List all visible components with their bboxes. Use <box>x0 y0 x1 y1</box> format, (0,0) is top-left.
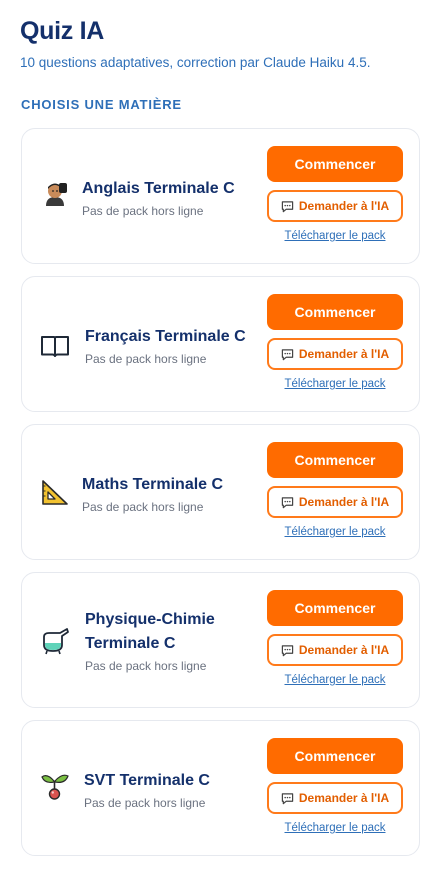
chat-icon <box>281 644 294 656</box>
start-quiz-button[interactable]: Commencer <box>267 738 403 774</box>
ask-ai-label: Demander à l'IA <box>298 643 390 657</box>
subject-name: SVT Terminale C <box>84 772 210 789</box>
download-pack-link[interactable]: Télécharger le pack <box>267 230 403 242</box>
ask-ai-label: Demander à l'IA <box>298 495 390 509</box>
subject-name: Français Terminale C <box>85 328 246 345</box>
pack-status: Pas de pack hors ligne <box>85 659 207 673</box>
triangle-ruler-icon <box>40 477 70 507</box>
start-quiz-button[interactable]: Commencer <box>267 146 403 182</box>
ask-ai-button[interactable]: Demander à l'IA <box>267 486 403 518</box>
chat-icon <box>281 200 294 212</box>
subject-card-svt: SVT Terminale C Pas de pack hors ligne C… <box>21 720 420 856</box>
subject-card-physique-chimie: Physique-Chimie Terminale C Pas de pack … <box>21 572 420 708</box>
download-pack-link[interactable]: Télécharger le pack <box>267 526 403 538</box>
subject-info: Français Terminale C Pas de pack hors li… <box>85 325 275 368</box>
subject-list: Anglais Terminale C Pas de pack hors lig… <box>21 128 421 868</box>
pack-status: Pas de pack hors ligne <box>82 204 204 218</box>
ask-ai-button[interactable]: Demander à l'IA <box>267 782 403 814</box>
subject-info: Anglais Terminale C Pas de pack hors lig… <box>82 177 272 220</box>
download-pack-link[interactable]: Télécharger le pack <box>267 822 403 834</box>
chat-icon <box>281 348 294 360</box>
page-subtitle: 10 questions adaptatives, correction par… <box>20 55 371 70</box>
subject-info: Physique-Chimie Terminale C Pas de pack … <box>85 608 275 675</box>
ask-ai-button[interactable]: Demander à l'IA <box>267 190 403 222</box>
subject-name: Physique-Chimie Terminale C <box>85 611 215 652</box>
ask-ai-button[interactable]: Demander à l'IA <box>267 634 403 666</box>
guard-icon <box>40 179 70 209</box>
page-title: Quiz IA <box>20 17 105 45</box>
start-quiz-button[interactable]: Commencer <box>267 294 403 330</box>
chat-icon <box>281 496 294 508</box>
ask-ai-button[interactable]: Demander à l'IA <box>267 338 403 370</box>
pack-status: Pas de pack hors ligne <box>82 500 204 514</box>
section-label: CHOISIS UNE MATIÈRE <box>21 97 182 112</box>
subject-name: Maths Terminale C <box>82 476 224 493</box>
download-pack-link[interactable]: Télécharger le pack <box>267 674 403 686</box>
flask-icon <box>40 625 70 655</box>
ask-ai-label: Demander à l'IA <box>298 199 390 213</box>
subject-card-francais: Français Terminale C Pas de pack hors li… <box>21 276 420 412</box>
ask-ai-label: Demander à l'IA <box>298 791 390 805</box>
subject-info: SVT Terminale C Pas de pack hors ligne <box>84 769 274 812</box>
pack-status: Pas de pack hors ligne <box>85 352 207 366</box>
subject-card-maths: Maths Terminale C Pas de pack hors ligne… <box>21 424 420 560</box>
pack-status: Pas de pack hors ligne <box>84 796 206 810</box>
chat-icon <box>281 792 294 804</box>
download-pack-link[interactable]: Télécharger le pack <box>267 378 403 390</box>
page-header: Quiz IA 10 questions adaptatives, correc… <box>20 16 370 72</box>
subject-info: Maths Terminale C Pas de pack hors ligne <box>82 473 272 516</box>
ask-ai-label: Demander à l'IA <box>298 347 390 361</box>
subject-name: Anglais Terminale C <box>82 180 235 197</box>
start-quiz-button[interactable]: Commencer <box>267 590 403 626</box>
open-book-icon <box>40 331 70 361</box>
seedling-icon <box>40 771 70 801</box>
subject-card-anglais: Anglais Terminale C Pas de pack hors lig… <box>21 128 420 264</box>
start-quiz-button[interactable]: Commencer <box>267 442 403 478</box>
